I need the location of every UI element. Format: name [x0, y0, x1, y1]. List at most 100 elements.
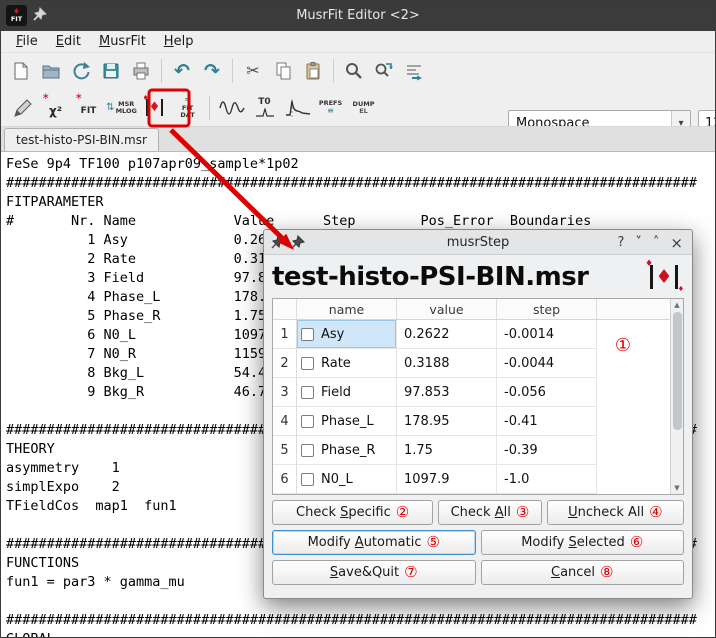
- param-step-cell[interactable]: -0.41: [497, 407, 597, 436]
- param-name-cell[interactable]: Asy: [297, 320, 397, 349]
- dump-sub-label: EL: [359, 108, 368, 115]
- param-step-cell[interactable]: -1.0: [497, 465, 597, 494]
- raw-histogram-button[interactable]: [281, 92, 314, 124]
- cancel-button[interactable]: Cancel ⑧: [481, 560, 685, 585]
- mlog-label: MLOG: [116, 108, 137, 115]
- col-header-step[interactable]: step: [497, 299, 597, 319]
- table-scrollbar[interactable]: ▲ ▼: [670, 299, 683, 494]
- param-name-cell[interactable]: Phase_L: [297, 407, 397, 436]
- col-header-name[interactable]: name: [297, 299, 397, 319]
- row-checkbox[interactable]: [301, 415, 314, 428]
- save-icon: [101, 61, 121, 81]
- t0-icon: T0: [255, 98, 275, 116]
- row-number: 5: [273, 436, 297, 465]
- annotation-6: ⑥: [630, 535, 643, 550]
- check-specific-button[interactable]: Check Specific ②: [272, 500, 433, 525]
- scroll-down-icon[interactable]: ▼: [671, 482, 683, 494]
- diamond-icon: ♦: [655, 268, 672, 287]
- row-checkbox[interactable]: [301, 357, 314, 370]
- param-value-cell[interactable]: 1097.9: [397, 465, 497, 494]
- cut-icon: ✂: [246, 63, 259, 79]
- param-value-cell[interactable]: 0.2622: [397, 320, 497, 349]
- row-checkbox[interactable]: [301, 328, 314, 341]
- toolbar-separator: [232, 59, 233, 83]
- print-button[interactable]: [126, 56, 156, 86]
- param-value-cell[interactable]: 178.95: [397, 407, 497, 436]
- modify-automatic-button[interactable]: Modify Automatic ⑤: [272, 530, 476, 555]
- save-quit-button[interactable]: Save&Quit ⑦: [272, 560, 476, 585]
- button-label: Save&Quit: [330, 565, 399, 580]
- param-name-cell[interactable]: Phase_R: [297, 436, 397, 465]
- param-name: Field: [321, 385, 351, 400]
- col-header-value[interactable]: value: [397, 299, 497, 319]
- param-step-cell[interactable]: -0.056: [497, 378, 597, 407]
- goto-line-button[interactable]: [399, 56, 429, 86]
- musrview-fit-data-button[interactable]: ≈ FIT DAT: [171, 92, 204, 124]
- close-icon[interactable]: ×: [670, 234, 683, 252]
- reload-button[interactable]: [66, 56, 96, 86]
- uncheck-all-button[interactable]: Uncheck All ④: [547, 500, 684, 525]
- calc-chisq-button[interactable]: ∗ χ²: [39, 92, 72, 124]
- row-checkbox[interactable]: [301, 473, 314, 486]
- param-name: Asy: [321, 327, 344, 342]
- param-step-cell[interactable]: -0.0044: [497, 349, 597, 378]
- param-value-cell[interactable]: 97.853: [397, 378, 497, 407]
- tab-label: test-histo-PSI-BIN.msr: [16, 133, 147, 147]
- search-button[interactable]: [339, 56, 369, 86]
- row-number: 2: [273, 349, 297, 378]
- menu-file[interactable]: File: [7, 32, 47, 51]
- msr-wizard-button[interactable]: [6, 92, 39, 124]
- row-checkbox[interactable]: [301, 444, 314, 457]
- musrview-button[interactable]: [215, 92, 248, 124]
- open-folder-icon: [41, 61, 61, 81]
- scrollbar-thumb[interactable]: [673, 312, 682, 430]
- row-number: 3: [273, 378, 297, 407]
- param-name-cell[interactable]: N0_L: [297, 465, 397, 494]
- print-icon: [131, 61, 151, 81]
- preferences-button[interactable]: PREFS ≡: [314, 92, 347, 124]
- window-titlebar[interactable]: ♦ FIT MusrFit Editor <2>: [1, 1, 715, 31]
- table-row: 4 Phase_L 178.95 -0.41: [273, 407, 683, 436]
- musrstep-button[interactable]: ♦ ♦: [138, 92, 171, 124]
- menu-musrfit[interactable]: MusrFit: [90, 32, 155, 51]
- param-value-cell[interactable]: 1.75: [397, 436, 497, 465]
- param-step-cell[interactable]: -0.0014: [497, 320, 597, 349]
- dump-button[interactable]: DUMP EL: [347, 92, 380, 124]
- param-name-cell[interactable]: Field: [297, 378, 397, 407]
- search-icon: [344, 61, 364, 81]
- musrt0-button[interactable]: T0: [248, 92, 281, 124]
- param-name-cell[interactable]: Rate: [297, 349, 397, 378]
- save-button[interactable]: [96, 56, 126, 86]
- unshade-button[interactable]: ˄: [653, 235, 660, 250]
- annotation-7: ⑦: [404, 565, 417, 580]
- swap-msr-mlog-button[interactable]: ⇅ MSR MLOG: [105, 92, 138, 124]
- small-diamond-icon: ♦: [645, 259, 653, 269]
- toolbar-separator: [161, 59, 162, 83]
- row-number: 6: [273, 465, 297, 494]
- menu-edit[interactable]: Edit: [47, 32, 90, 51]
- shade-button[interactable]: ˅: [635, 235, 642, 250]
- param-name: Phase_L: [321, 414, 374, 429]
- param-value-cell[interactable]: 0.3188: [397, 349, 497, 378]
- undo-button[interactable]: ↶: [167, 56, 197, 86]
- paste-button[interactable]: [298, 56, 328, 86]
- modify-selected-button[interactable]: Modify Selected ⑥: [481, 530, 685, 555]
- open-file-button[interactable]: [36, 56, 66, 86]
- redo-button[interactable]: ↷: [197, 56, 227, 86]
- sparkle-icon: ∗: [75, 93, 83, 102]
- musrfit-run-button[interactable]: ∗ FIT: [72, 92, 105, 124]
- annotation-2: ②: [396, 505, 409, 520]
- scroll-up-icon[interactable]: ▲: [671, 299, 683, 311]
- find-replace-button[interactable]: [369, 56, 399, 86]
- dialog-titlebar[interactable]: musrStep ? ˅ ˄ ×: [264, 230, 692, 255]
- tab-msr-file[interactable]: test-histo-PSI-BIN.msr: [4, 128, 159, 151]
- help-button[interactable]: ?: [618, 235, 625, 250]
- menu-help[interactable]: Help: [155, 32, 203, 51]
- copy-button[interactable]: [268, 56, 298, 86]
- cut-button[interactable]: ✂: [238, 56, 268, 86]
- new-document-button[interactable]: [6, 56, 36, 86]
- check-all-button[interactable]: Check All ③: [438, 500, 541, 525]
- row-checkbox[interactable]: [301, 386, 314, 399]
- param-step-cell[interactable]: -0.39: [497, 436, 597, 465]
- peak-icon: [255, 108, 275, 117]
